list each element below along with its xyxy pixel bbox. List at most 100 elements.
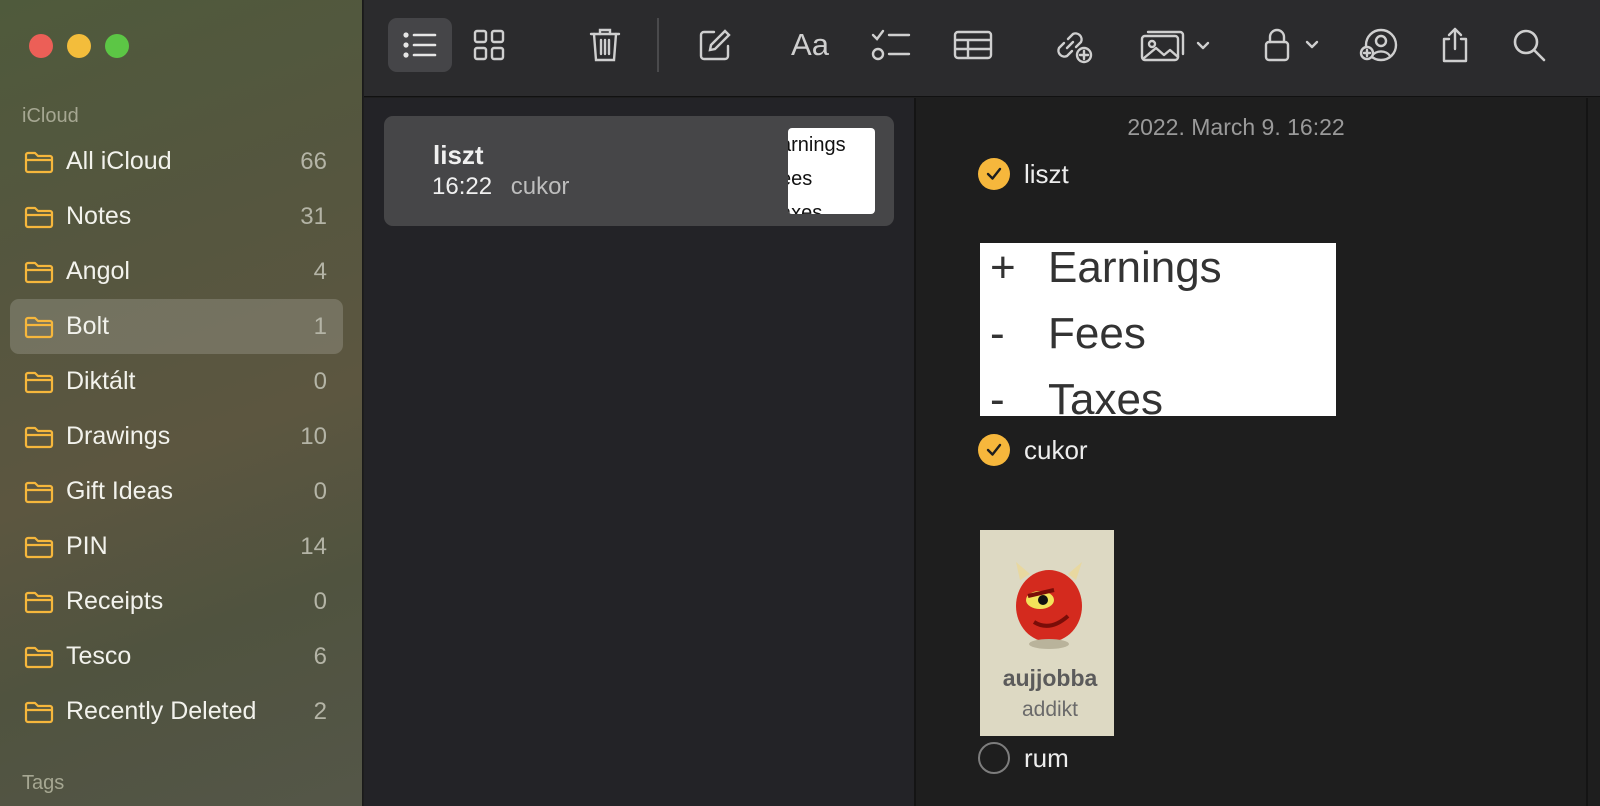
checkmark-icon [986,167,1002,180]
sidebar-folder-item[interactable]: Tesco 6 [10,629,343,684]
share-button[interactable] [1430,18,1480,72]
folder-count: 0 [313,367,327,395]
folder-icon [24,260,54,284]
checklist-item[interactable]: cukor [978,434,1088,466]
image-caption-subtitle: addikt [1021,698,1079,721]
note-meta: 16:22 cukor [432,173,569,201]
folder-icon [24,315,54,339]
note-editor[interactable]: 2022. March 9. 16:22 liszt + Earnings - Fe… [916,98,1600,806]
note-time: 16:22 [432,173,493,200]
sidebar-folder-item[interactable]: Bolt 1 [10,299,343,354]
folder-name: PIN [66,532,108,560]
collaborate-button[interactable] [1354,18,1404,72]
sidebar-folder-item[interactable]: Drawings 10 [10,409,343,464]
delete-button[interactable] [580,18,630,72]
list-view-icon [402,30,438,60]
format-button[interactable]: Aa [782,18,838,72]
list-view-button[interactable] [388,18,452,72]
thumb-line: arnings [788,134,846,156]
sidebar-folder-item[interactable]: Angol 4 [10,244,343,299]
checklist-icon [871,28,911,62]
folder-icon [24,205,54,229]
close-window-button[interactable] [29,34,53,58]
window-controls [29,34,129,58]
thumb-line: ees [788,168,813,190]
section-label-icloud[interactable]: iCloud [22,105,79,128]
folder-count: 10 [300,422,327,450]
sidebar-folder-item[interactable]: Receipts 0 [10,574,343,629]
note-list: liszt 16:22 cukor arnings ees axes [364,98,914,806]
sidebar-folder-item[interactable]: PIN 14 [10,519,343,574]
folder-name: Gift Ideas [66,477,173,505]
folder-name: Drawings [66,422,171,450]
folder-count: 14 [300,532,327,560]
checklist-item[interactable]: liszt [978,158,1069,190]
link-note-icon [1053,26,1093,64]
minimize-window-button[interactable] [67,34,91,58]
checklist-item[interactable]: rum [978,742,1069,774]
folder-name: Tesco [66,642,132,670]
folder-count: 1 [313,312,327,340]
checked-checkbox[interactable] [978,434,1010,466]
sidebar-folder-item[interactable]: Gift Ideas 0 [10,464,343,519]
attachment-image-devil[interactable]: aujjobba addikt [980,530,1114,736]
folder-list: All iCloud 66 Notes 31 Angol 4 Bolt 1 Diktált 0 Dr… [10,134,343,739]
thumb-line: axes [788,202,823,214]
gallery-view-button[interactable] [464,18,514,72]
checked-checkbox[interactable] [978,158,1010,190]
section-label-tags[interactable]: Tags [22,772,64,795]
toolbar: Aa [364,0,1600,97]
folder-icon [24,150,54,174]
image-caption-title: aujjobba [1002,665,1098,691]
media-icon [1140,28,1210,62]
folder-name: Recently Deleted [66,697,257,725]
note-title: liszt [433,140,484,170]
folder-icon [24,425,54,449]
unchecked-checkbox[interactable] [978,742,1010,774]
folder-count: 4 [313,257,327,285]
lock-icon [1261,27,1319,63]
attachment-image-earnings[interactable]: + Earnings - Fees - Taxes [980,243,1336,416]
checklist-item-text: cukor [1024,434,1088,465]
image-text-row: - Fees [990,309,1146,358]
share-icon [1439,26,1471,64]
sidebar-folder-item[interactable]: Diktált 0 [10,354,343,409]
folder-icon [24,645,54,669]
sidebar-folder-item[interactable]: All iCloud 66 [10,134,343,189]
search-icon [1512,28,1546,62]
folder-name: Bolt [66,312,110,340]
folder-count: 0 [313,587,327,615]
media-button[interactable] [1134,18,1216,72]
zoom-window-button[interactable] [105,34,129,58]
compose-icon [698,28,732,62]
folder-count: 66 [300,147,327,175]
image-text-row: - Taxes [990,375,1163,416]
folder-count: 31 [300,202,327,230]
sidebar-folder-item[interactable]: Notes 31 [10,189,343,244]
note-list-item[interactable]: liszt 16:22 cukor arnings ees axes [384,116,894,226]
folder-count: 6 [313,642,327,670]
link-note-button[interactable] [1048,18,1098,72]
editor-edge [1586,98,1588,806]
folder-name: Receipts [66,587,164,615]
lock-button[interactable] [1258,18,1322,72]
toolbar-divider [657,18,659,72]
search-button[interactable] [1504,18,1554,72]
folder-icon [24,590,54,614]
folder-name: Notes [66,202,132,230]
sidebar-folder-item[interactable]: Recently Deleted 2 [10,684,343,739]
format-icon: Aa [791,27,829,62]
note-thumbnail: arnings ees axes [788,128,875,214]
checkmark-icon [986,443,1002,456]
folder-icon [24,480,54,504]
sidebar: iCloud All iCloud 66 Notes 31 Angol 4 Bolt 1 Dik… [0,0,363,806]
checklist-item-text: rum [1024,742,1069,773]
collaborate-icon [1359,27,1399,63]
gallery-view-icon [473,29,505,61]
new-note-button[interactable] [690,18,740,72]
devil-mascot-icon [1016,562,1082,649]
table-button[interactable] [948,18,998,72]
checklist-button[interactable] [866,18,916,72]
image-text-row: + Earnings [990,243,1222,292]
table-icon [953,30,993,60]
